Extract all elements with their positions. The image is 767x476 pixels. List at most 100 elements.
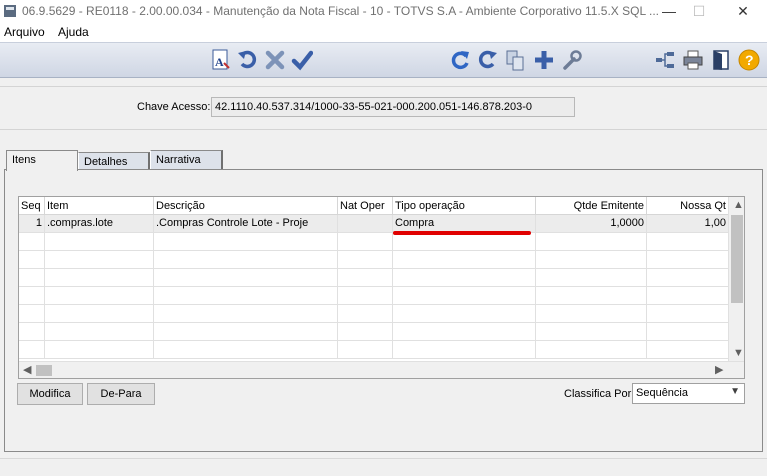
scroll-left-icon[interactable]: ◀ xyxy=(23,363,31,376)
modifica-button[interactable]: Modifica xyxy=(17,383,83,405)
table-cell-empty[interactable] xyxy=(154,323,338,341)
table-cell-empty[interactable] xyxy=(45,251,154,269)
table-cell-empty[interactable] xyxy=(338,287,393,305)
table-cell-empty[interactable] xyxy=(393,341,536,359)
key-field[interactable]: 42.1110.40.537.314/1000-33-55-021-000.20… xyxy=(211,97,575,117)
help-icon[interactable]: ? xyxy=(737,48,761,72)
tab-itens[interactable]: Itens xyxy=(6,150,78,171)
table-cell-empty[interactable] xyxy=(338,341,393,359)
horizontal-scroll-thumb[interactable] xyxy=(36,365,52,376)
table-cell-empty[interactable] xyxy=(338,305,393,323)
table-cell-empty[interactable] xyxy=(647,269,729,287)
text-format-icon[interactable]: A xyxy=(209,48,233,72)
table-cell-empty[interactable] xyxy=(154,287,338,305)
undo-icon[interactable] xyxy=(236,48,260,72)
col-header-nat-oper[interactable]: Nat Oper xyxy=(338,197,393,215)
exit-door-icon[interactable] xyxy=(709,48,733,72)
confirm-check-icon[interactable] xyxy=(290,48,314,72)
table-cell-empty[interactable] xyxy=(19,269,45,287)
col-header-descricao[interactable]: Descrição xyxy=(154,197,338,215)
table-cell-empty[interactable] xyxy=(536,233,647,251)
table-cell-empty[interactable] xyxy=(338,251,393,269)
app-icon xyxy=(4,5,16,17)
table-cell-empty[interactable] xyxy=(536,287,647,305)
add-plus-icon[interactable] xyxy=(532,48,556,72)
table-cell-empty[interactable] xyxy=(154,251,338,269)
table-cell-empty[interactable] xyxy=(647,251,729,269)
table-cell-empty[interactable] xyxy=(393,233,536,251)
table-cell-empty[interactable] xyxy=(45,305,154,323)
col-header-qtde-emitente[interactable]: Qtde Emitente xyxy=(536,197,647,215)
table-cell-descricao[interactable]: .Compras Controle Lote - Proje xyxy=(154,215,338,233)
col-header-item[interactable]: Item xyxy=(45,197,154,215)
minimize-button[interactable]: — xyxy=(654,0,684,22)
table-cell-empty[interactable] xyxy=(393,305,536,323)
table-cell-empty[interactable] xyxy=(647,233,729,251)
items-grid[interactable]: Seq Item Descrição Nat Oper Tipo operaçã… xyxy=(18,196,745,379)
de-para-button[interactable]: De-Para xyxy=(87,383,155,405)
table-cell-empty[interactable] xyxy=(536,323,647,341)
table-cell-empty[interactable] xyxy=(393,251,536,269)
table-cell-empty[interactable] xyxy=(536,305,647,323)
table-cell-empty[interactable] xyxy=(338,323,393,341)
maximize-button[interactable]: ☐ xyxy=(684,0,714,22)
tab-narrativa[interactable]: Narrativa xyxy=(150,150,223,169)
table-cell-empty[interactable] xyxy=(19,323,45,341)
refresh-icon[interactable] xyxy=(448,48,472,72)
table-cell-empty[interactable] xyxy=(19,341,45,359)
toolbar: A ? xyxy=(0,42,767,78)
table-cell-item[interactable]: .compras.lote xyxy=(45,215,154,233)
table-cell-empty[interactable] xyxy=(647,287,729,305)
chevron-down-icon[interactable]: ▼ xyxy=(730,386,740,397)
table-cell-qtde-emitente[interactable]: 1,0000 xyxy=(536,215,647,233)
table-cell-empty[interactable] xyxy=(338,233,393,251)
table-cell-empty[interactable] xyxy=(154,305,338,323)
cancel-x-icon[interactable] xyxy=(263,48,287,72)
table-cell-nat-oper[interactable] xyxy=(338,215,393,233)
wrench-icon[interactable] xyxy=(560,48,584,72)
col-header-tipo-operacao[interactable]: Tipo operação xyxy=(393,197,536,215)
redo-icon[interactable] xyxy=(475,48,499,72)
vertical-scrollbar[interactable]: ▲ ▼ xyxy=(728,197,744,361)
table-cell-nossa-qt[interactable]: 1,00 xyxy=(647,215,729,233)
classifica-select[interactable]: Sequência ▼ xyxy=(632,383,745,404)
table-cell-empty[interactable] xyxy=(45,233,154,251)
table-cell-empty[interactable] xyxy=(536,341,647,359)
table-cell-empty[interactable] xyxy=(45,269,154,287)
table-cell-empty[interactable] xyxy=(393,323,536,341)
table-cell-empty[interactable] xyxy=(647,305,729,323)
table-cell-empty[interactable] xyxy=(154,233,338,251)
menu-ajuda[interactable]: Ajuda xyxy=(58,25,89,39)
table-cell-empty[interactable] xyxy=(45,287,154,305)
col-header-nossa-qt[interactable]: Nossa Qt xyxy=(647,197,729,215)
table-cell-empty[interactable] xyxy=(647,341,729,359)
print-icon[interactable] xyxy=(681,48,705,72)
scroll-right-icon[interactable]: ▶ xyxy=(715,363,723,376)
table-cell-empty[interactable] xyxy=(19,233,45,251)
scroll-down-icon[interactable]: ▼ xyxy=(733,347,744,359)
horizontal-scrollbar[interactable]: ◀ ▶ xyxy=(19,361,744,378)
table-cell-empty[interactable] xyxy=(536,269,647,287)
table-cell-empty[interactable] xyxy=(393,269,536,287)
table-cell-empty[interactable] xyxy=(154,269,338,287)
scroll-up-icon[interactable]: ▲ xyxy=(733,199,744,211)
tree-icon[interactable] xyxy=(653,48,677,72)
table-cell-empty[interactable] xyxy=(45,341,154,359)
classifica-label: Classifica Por: xyxy=(564,388,635,400)
copy-icon[interactable] xyxy=(503,48,527,72)
menu-arquivo[interactable]: Arquivo xyxy=(4,25,45,39)
table-cell-empty[interactable] xyxy=(19,305,45,323)
table-cell-empty[interactable] xyxy=(19,251,45,269)
table-cell-empty[interactable] xyxy=(45,323,154,341)
table-cell-empty[interactable] xyxy=(536,251,647,269)
tab-detalhes[interactable]: Detalhes xyxy=(78,152,150,169)
table-cell-empty[interactable] xyxy=(393,287,536,305)
col-header-seq[interactable]: Seq xyxy=(19,197,45,215)
close-button[interactable]: ✕ xyxy=(728,0,758,22)
vertical-scroll-thumb[interactable] xyxy=(731,215,743,303)
table-cell-empty[interactable] xyxy=(338,269,393,287)
table-cell-seq[interactable]: 1 xyxy=(19,215,45,233)
table-cell-empty[interactable] xyxy=(154,341,338,359)
table-cell-empty[interactable] xyxy=(647,323,729,341)
table-cell-empty[interactable] xyxy=(19,287,45,305)
